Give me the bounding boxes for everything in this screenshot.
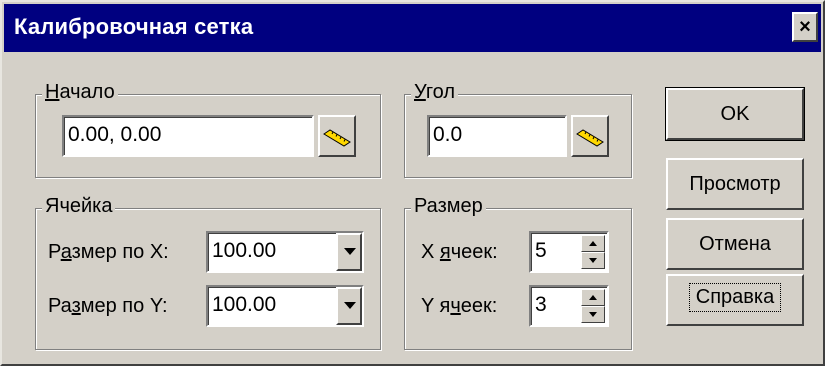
- spin-up-button[interactable]: [581, 235, 605, 252]
- help-button-label: Справка: [688, 283, 782, 312]
- title-bar[interactable]: Калибровочная сетка ×: [4, 4, 821, 52]
- ruler-icon: [576, 129, 604, 147]
- cancel-button[interactable]: Отмена: [666, 218, 804, 270]
- size-group-legend: Размер: [411, 195, 486, 218]
- chevron-down-icon: [344, 248, 356, 255]
- spin-down-button[interactable]: [581, 252, 605, 269]
- origin-input[interactable]: 0.00, 0.00: [62, 115, 314, 157]
- arrow-up-icon: [589, 241, 597, 246]
- help-button[interactable]: Справка: [666, 274, 804, 326]
- angle-group-legend: Угол: [411, 81, 459, 104]
- arrow-down-icon: [589, 312, 597, 317]
- size-y-dropdown-button[interactable]: [336, 287, 362, 325]
- cell-group-legend: Ячейка: [42, 195, 116, 218]
- ok-button[interactable]: OK: [665, 87, 805, 141]
- angle-input[interactable]: 0.0: [427, 115, 567, 157]
- angle-group: Угол 0.0: [404, 81, 632, 178]
- spin-up-button[interactable]: [581, 289, 605, 306]
- close-button[interactable]: ×: [792, 12, 818, 42]
- y-cells-spinner[interactable]: [581, 289, 605, 323]
- y-cells-label: Y ячеек:: [421, 295, 498, 317]
- arrow-down-icon: [589, 258, 597, 263]
- cell-group: Ячейка Размер по X: 100.00 Размер по Y: …: [35, 195, 381, 350]
- origin-group: Начало 0.00, 0.00: [35, 81, 381, 178]
- size-y-label: Размер по Y:: [48, 295, 168, 317]
- x-cells-label: X ячеек:: [421, 241, 498, 263]
- origin-measure-button[interactable]: [318, 115, 356, 157]
- size-x-dropdown-button[interactable]: [336, 233, 362, 271]
- x-cells-spinner[interactable]: [581, 235, 605, 269]
- window-title: Калибровочная сетка: [14, 14, 254, 39]
- spin-down-button[interactable]: [581, 306, 605, 323]
- arrow-up-icon: [589, 295, 597, 300]
- origin-group-legend: Начало: [42, 81, 118, 104]
- size-group: Размер X ячеек: 5 Y ячеек: 3: [404, 195, 632, 350]
- calibration-grid-dialog: Калибровочная сетка × Начало 0.00, 0.00 …: [0, 0, 825, 366]
- angle-measure-button[interactable]: [571, 115, 609, 157]
- preview-button[interactable]: Просмотр: [666, 158, 804, 210]
- ruler-icon: [323, 129, 351, 147]
- size-x-label: Размер по X:: [48, 241, 169, 263]
- chevron-down-icon: [344, 302, 356, 309]
